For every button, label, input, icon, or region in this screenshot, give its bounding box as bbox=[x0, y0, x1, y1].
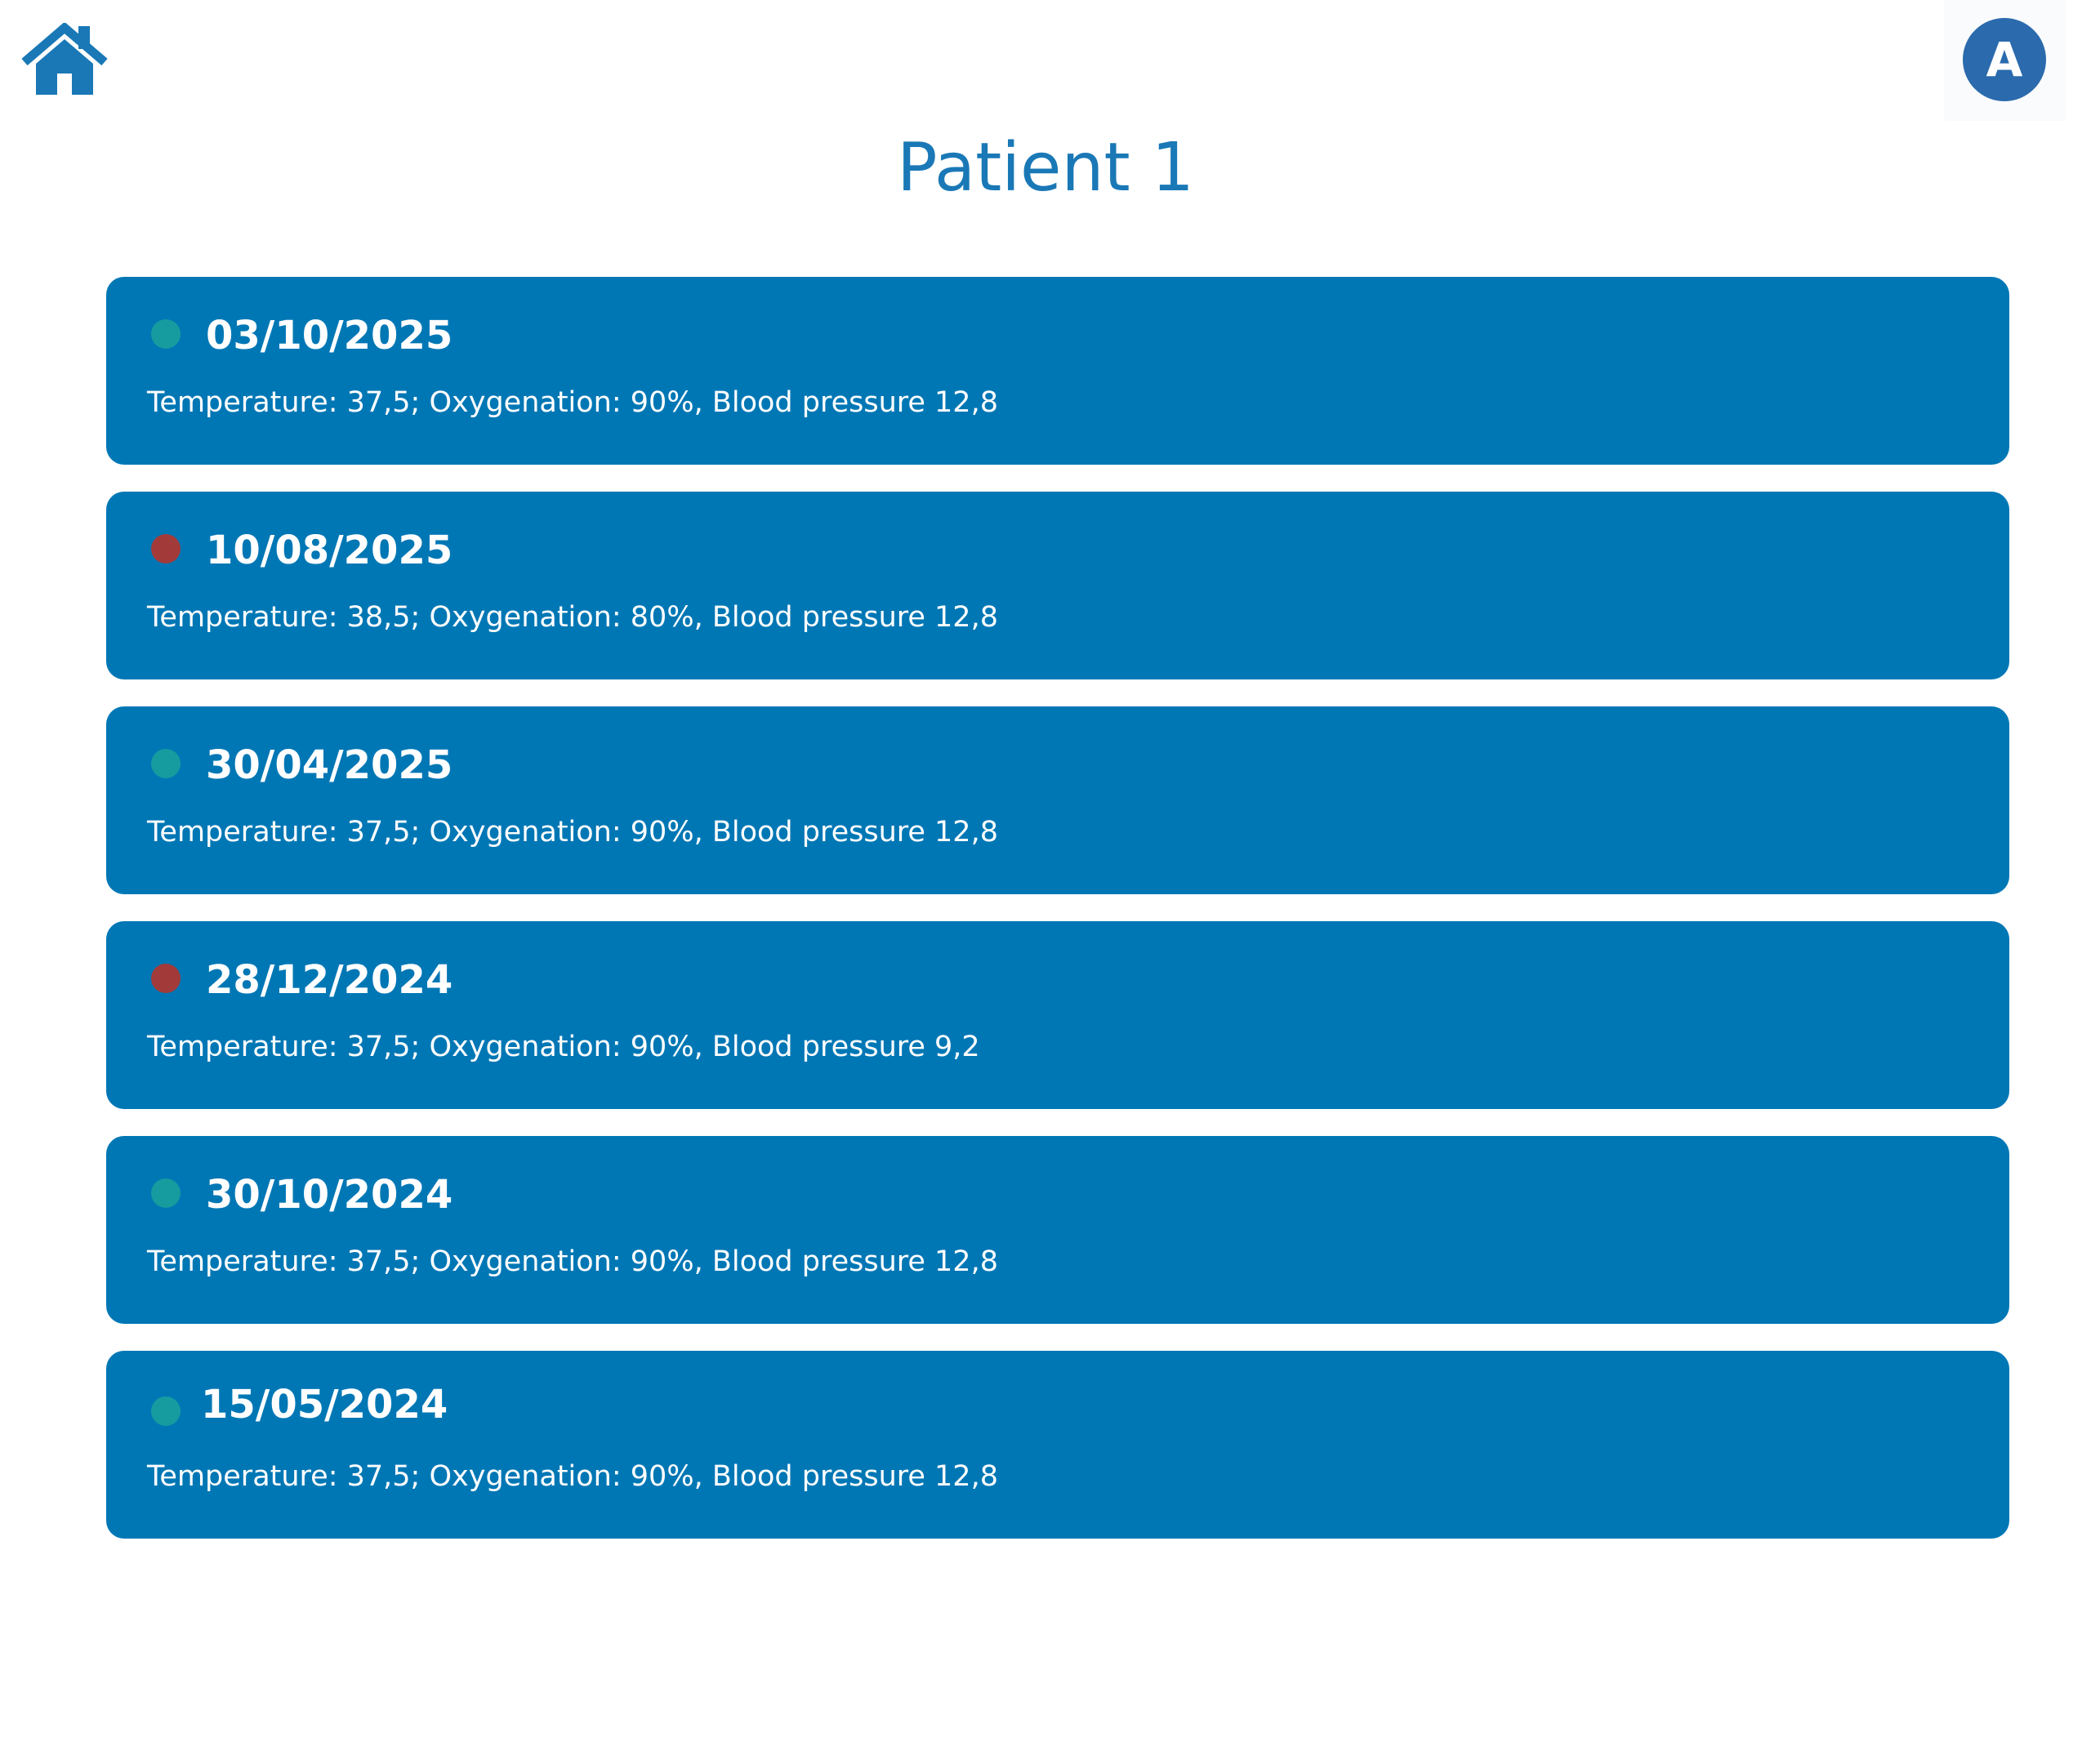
record-vitals: Temperature: 37,5; Oxygenation: 90%, Blo… bbox=[147, 386, 998, 419]
status-dot bbox=[151, 964, 181, 993]
home-icon bbox=[21, 23, 108, 95]
user-avatar[interactable]: A bbox=[1963, 18, 2046, 101]
page-title: Patient 1 bbox=[897, 129, 1194, 207]
record-vitals: Temperature: 37,5; Oxygenation: 90%, Blo… bbox=[147, 1460, 998, 1493]
record-card[interactable]: 30/04/2025 Temperature: 37,5; Oxygenatio… bbox=[106, 706, 2009, 894]
record-date: 28/12/2024 bbox=[206, 957, 453, 1003]
record-vitals: Temperature: 37,5; Oxygenation: 90%, Blo… bbox=[147, 816, 998, 849]
record-vitals: Temperature: 37,5; Oxygenation: 90%, Blo… bbox=[147, 1245, 998, 1278]
record-vitals: Temperature: 37,5; Oxygenation: 90%, Blo… bbox=[147, 1031, 980, 1063]
record-card[interactable]: 28/12/2024 Temperature: 37,5; Oxygenatio… bbox=[106, 921, 2009, 1109]
home-button[interactable] bbox=[20, 23, 109, 98]
record-card[interactable]: 03/10/2025 Temperature: 37,5; Oxygenatio… bbox=[106, 277, 2009, 465]
status-dot bbox=[151, 1178, 181, 1208]
record-card[interactable]: 10/08/2025 Temperature: 38,5; Oxygenatio… bbox=[106, 492, 2009, 679]
records-list: 03/10/2025 Temperature: 37,5; Oxygenatio… bbox=[106, 277, 2009, 1566]
record-card[interactable]: 30/10/2024 Temperature: 37,5; Oxygenatio… bbox=[106, 1136, 2009, 1324]
record-card[interactable]: 15/05/2024 Temperature: 37,5; Oxygenatio… bbox=[106, 1351, 2009, 1539]
status-dot bbox=[151, 749, 181, 778]
status-dot bbox=[151, 1396, 181, 1426]
record-vitals: Temperature: 38,5; Oxygenation: 80%, Blo… bbox=[147, 601, 998, 634]
status-dot bbox=[151, 534, 181, 564]
record-date: 30/04/2025 bbox=[206, 742, 453, 788]
status-dot bbox=[151, 319, 181, 349]
record-date: 03/10/2025 bbox=[206, 313, 453, 359]
record-date: 30/10/2024 bbox=[206, 1172, 453, 1218]
record-date: 10/08/2025 bbox=[206, 528, 453, 573]
record-date: 15/05/2024 bbox=[201, 1382, 448, 1428]
